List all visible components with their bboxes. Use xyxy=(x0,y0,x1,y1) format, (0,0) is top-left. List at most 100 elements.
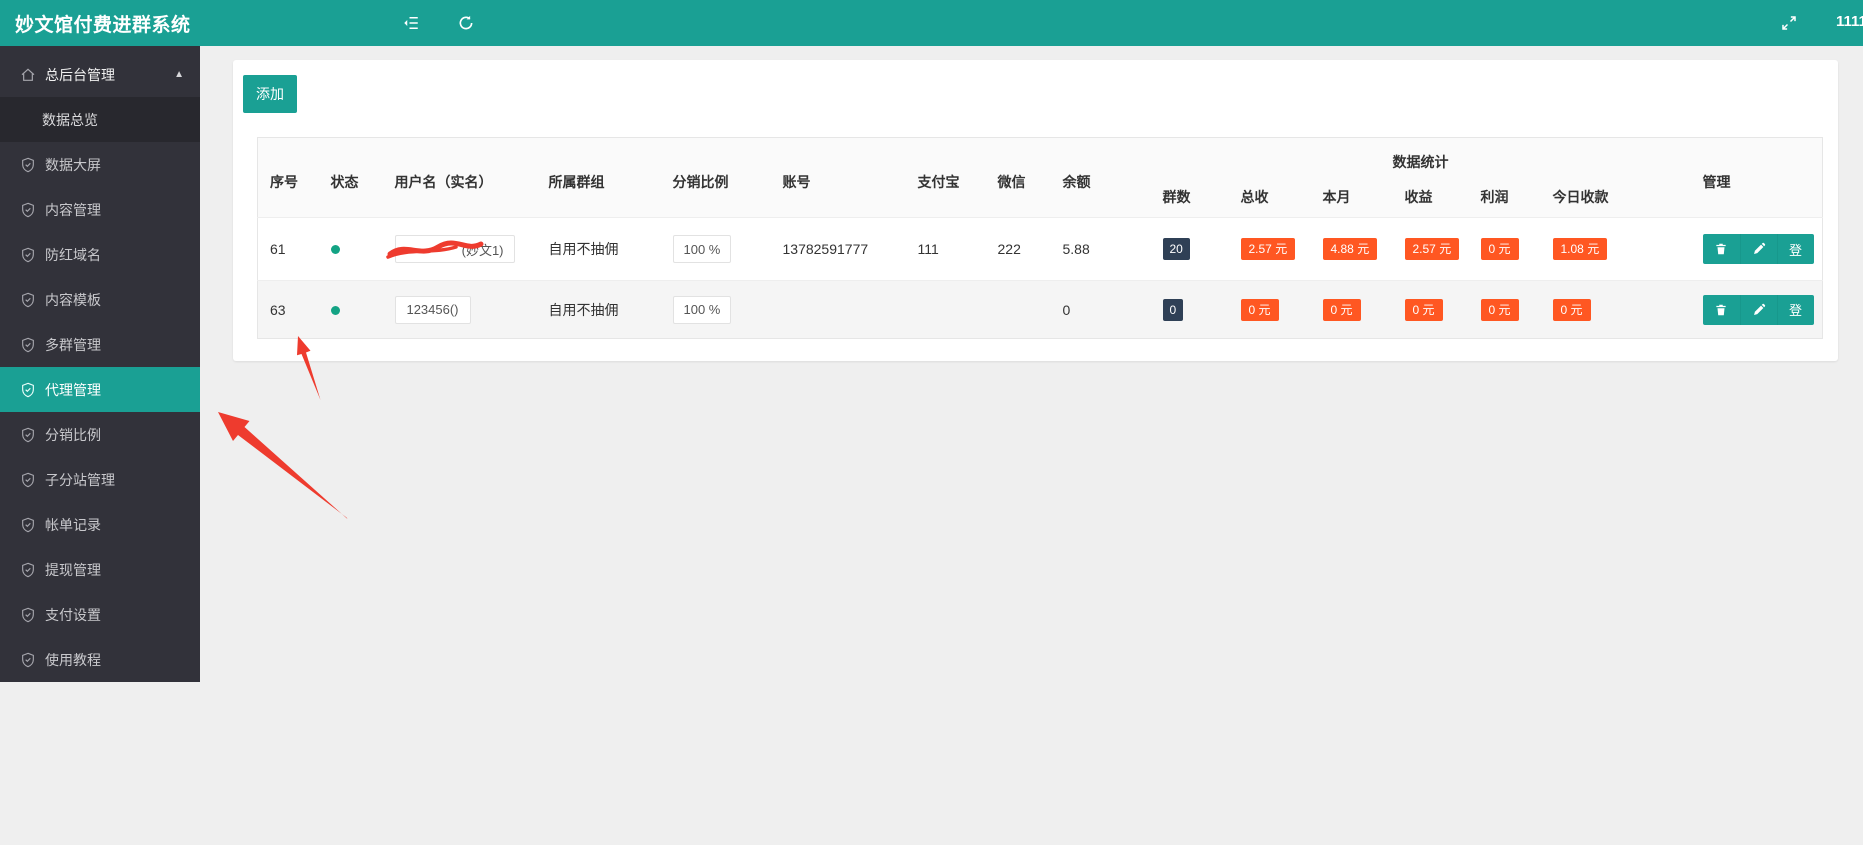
shield-check-icon xyxy=(20,607,36,623)
sidebar-item-label: 分销比例 xyxy=(45,426,101,443)
login-as-button[interactable]: 登 xyxy=(1776,234,1814,264)
pencil-icon xyxy=(1753,242,1765,254)
agent-table: 序号 状态 用户名（实名） 所属群组 分销比例 账号 支付宝 微信 余额 数据统… xyxy=(257,137,1824,339)
sidebar-item-payment-settings[interactable]: 支付设置 xyxy=(0,592,200,637)
col-header-ratio: 分销比例 xyxy=(660,137,771,218)
sidebar-item-data-overview[interactable]: 数据总览 xyxy=(0,97,200,142)
sidebar-item-label: 帐单记录 xyxy=(45,516,101,533)
app-title: 妙文馆付费进群系统 xyxy=(15,14,191,36)
shield-check-icon xyxy=(20,247,36,263)
sidebar-item-withdraw-mgmt[interactable]: 提现管理 xyxy=(0,547,200,592)
status-dot xyxy=(330,245,340,254)
trash-icon xyxy=(1716,243,1726,255)
col-header-manage: 管理 xyxy=(1690,137,1823,218)
sidebar-item-tutorial[interactable]: 使用教程 xyxy=(0,637,200,682)
sidebar-item-content-template[interactable]: 内容模板 xyxy=(0,277,200,322)
sidebar-group-label: 总后台管理 xyxy=(45,66,115,83)
month-badge: 0 元 xyxy=(1322,298,1361,321)
total-badge: 0 元 xyxy=(1240,298,1279,321)
row-actions: 登 xyxy=(1702,234,1814,264)
col-group-stats: 数据统计 xyxy=(1150,137,1691,178)
shield-check-icon xyxy=(20,472,36,488)
fullscreen-icon[interactable] xyxy=(1778,12,1800,34)
col-header-no: 序号 xyxy=(257,137,319,218)
col-header-group: 所属群组 xyxy=(536,137,661,218)
sidebar-item-content-mgmt[interactable]: 内容管理 xyxy=(0,187,200,232)
shield-check-icon xyxy=(20,427,36,443)
sidebar-item-bill-records[interactable]: 帐单记录 xyxy=(0,502,200,547)
col-header-balance: 余额 xyxy=(1050,137,1151,218)
sidebar-item-substation-mgmt[interactable]: 子分站管理 xyxy=(0,457,200,502)
col-header-alipay: 支付宝 xyxy=(905,137,986,218)
month-badge: 4.88 元 xyxy=(1322,238,1378,260)
income-badge: 0 元 xyxy=(1404,298,1443,321)
status-dot xyxy=(330,305,340,315)
refresh-icon[interactable] xyxy=(455,12,477,34)
shield-check-icon xyxy=(20,202,36,218)
delete-button[interactable] xyxy=(1702,234,1740,264)
col-header-wechat: 微信 xyxy=(985,137,1051,218)
col-header-account: 账号 xyxy=(770,137,906,218)
sidebar-item-multi-group[interactable]: 多群管理 xyxy=(0,322,200,367)
edit-button[interactable] xyxy=(1739,294,1777,325)
sidebar-item-label: 数据大屏 xyxy=(45,156,101,173)
cell-group: 自用不抽佣 xyxy=(536,217,661,281)
shield-check-icon xyxy=(20,652,36,668)
current-user[interactable]: 1111 xyxy=(1836,13,1863,30)
sidebar-item-distribution-ratio[interactable]: 分销比例 xyxy=(0,412,200,457)
table-row: 61 (妙文1) 自用不抽佣 100 % 13782591777 111 222… xyxy=(257,217,1823,281)
row-actions: 登 xyxy=(1702,294,1814,325)
sidebar-item-label: 使用教程 xyxy=(45,651,101,668)
sidebar-item-label: 防红域名 xyxy=(45,246,101,263)
shield-check-icon xyxy=(20,562,36,578)
cell-alipay xyxy=(905,280,986,339)
username-text: (妙文1) xyxy=(461,242,504,258)
username-text: 123456() xyxy=(406,302,459,317)
col-header-username: 用户名（实名） xyxy=(382,137,537,218)
sidebar-nav: 总后台管理 ▲ 数据总览 数据大屏 内容管理 防红域名 内容模板 多群管理 代理… xyxy=(0,46,200,682)
agent-table-card: 添加 序号 状态 用户名（实名） 所属群组 分销比例 账号 支付宝 微信 余额 … xyxy=(233,60,1838,361)
sidebar-subitem-label: 数据总览 xyxy=(42,111,98,128)
col-header-income: 收益 xyxy=(1392,177,1469,218)
sidebar-group-admin[interactable]: 总后台管理 ▲ xyxy=(0,52,200,97)
cell-account: 13782591777 xyxy=(770,217,906,281)
sidebar-item-label: 支付设置 xyxy=(45,606,101,623)
col-header-total: 总收 xyxy=(1228,177,1311,218)
login-as-button[interactable]: 登 xyxy=(1776,294,1814,325)
menu-collapse-icon[interactable] xyxy=(400,12,422,34)
pencil-icon xyxy=(1753,303,1765,315)
app-header: 妙文馆付费进群系统 1111 xyxy=(0,0,1863,46)
chevron-up-icon: ▲ xyxy=(174,69,184,80)
edit-button[interactable] xyxy=(1739,234,1777,264)
red-arrow-large xyxy=(218,412,348,519)
username-box[interactable]: (妙文1) xyxy=(385,235,515,263)
sidebar-item-antired-domain[interactable]: 防红域名 xyxy=(0,232,200,277)
cell-account xyxy=(770,280,906,339)
cell-wechat: 222 xyxy=(985,217,1051,281)
sidebar-item-data-screen[interactable]: 数据大屏 xyxy=(0,142,200,187)
add-button[interactable]: 添加 xyxy=(243,75,297,113)
cell-balance: 5.88 xyxy=(1050,217,1151,281)
cell-wechat xyxy=(985,280,1051,339)
col-header-today: 今日收款 xyxy=(1540,177,1691,218)
cell-alipay: 111 xyxy=(905,217,986,281)
ratio-input[interactable]: 100 % xyxy=(672,295,732,324)
shield-check-icon xyxy=(20,157,36,173)
sidebar-item-label: 多群管理 xyxy=(45,336,101,353)
shield-check-icon xyxy=(20,337,36,353)
sidebar-item-label: 内容模板 xyxy=(45,291,101,308)
delete-button[interactable] xyxy=(1702,294,1740,325)
username-box[interactable]: 123456() xyxy=(394,295,471,324)
profit-badge: 0 元 xyxy=(1480,298,1519,321)
profit-badge: 0 元 xyxy=(1480,238,1519,260)
trash-icon xyxy=(1716,304,1726,315)
sidebar-item-label: 子分站管理 xyxy=(45,471,115,488)
sidebar-item-agent-mgmt[interactable]: 代理管理 xyxy=(0,367,200,412)
sidebar-item-label: 内容管理 xyxy=(45,201,101,218)
ratio-input[interactable]: 100 % xyxy=(672,235,732,263)
col-header-month: 本月 xyxy=(1310,177,1393,218)
income-badge: 2.57 元 xyxy=(1404,238,1460,260)
sidebar-item-label: 提现管理 xyxy=(45,561,101,578)
col-header-status: 状态 xyxy=(318,137,383,218)
shield-check-icon xyxy=(20,382,36,398)
